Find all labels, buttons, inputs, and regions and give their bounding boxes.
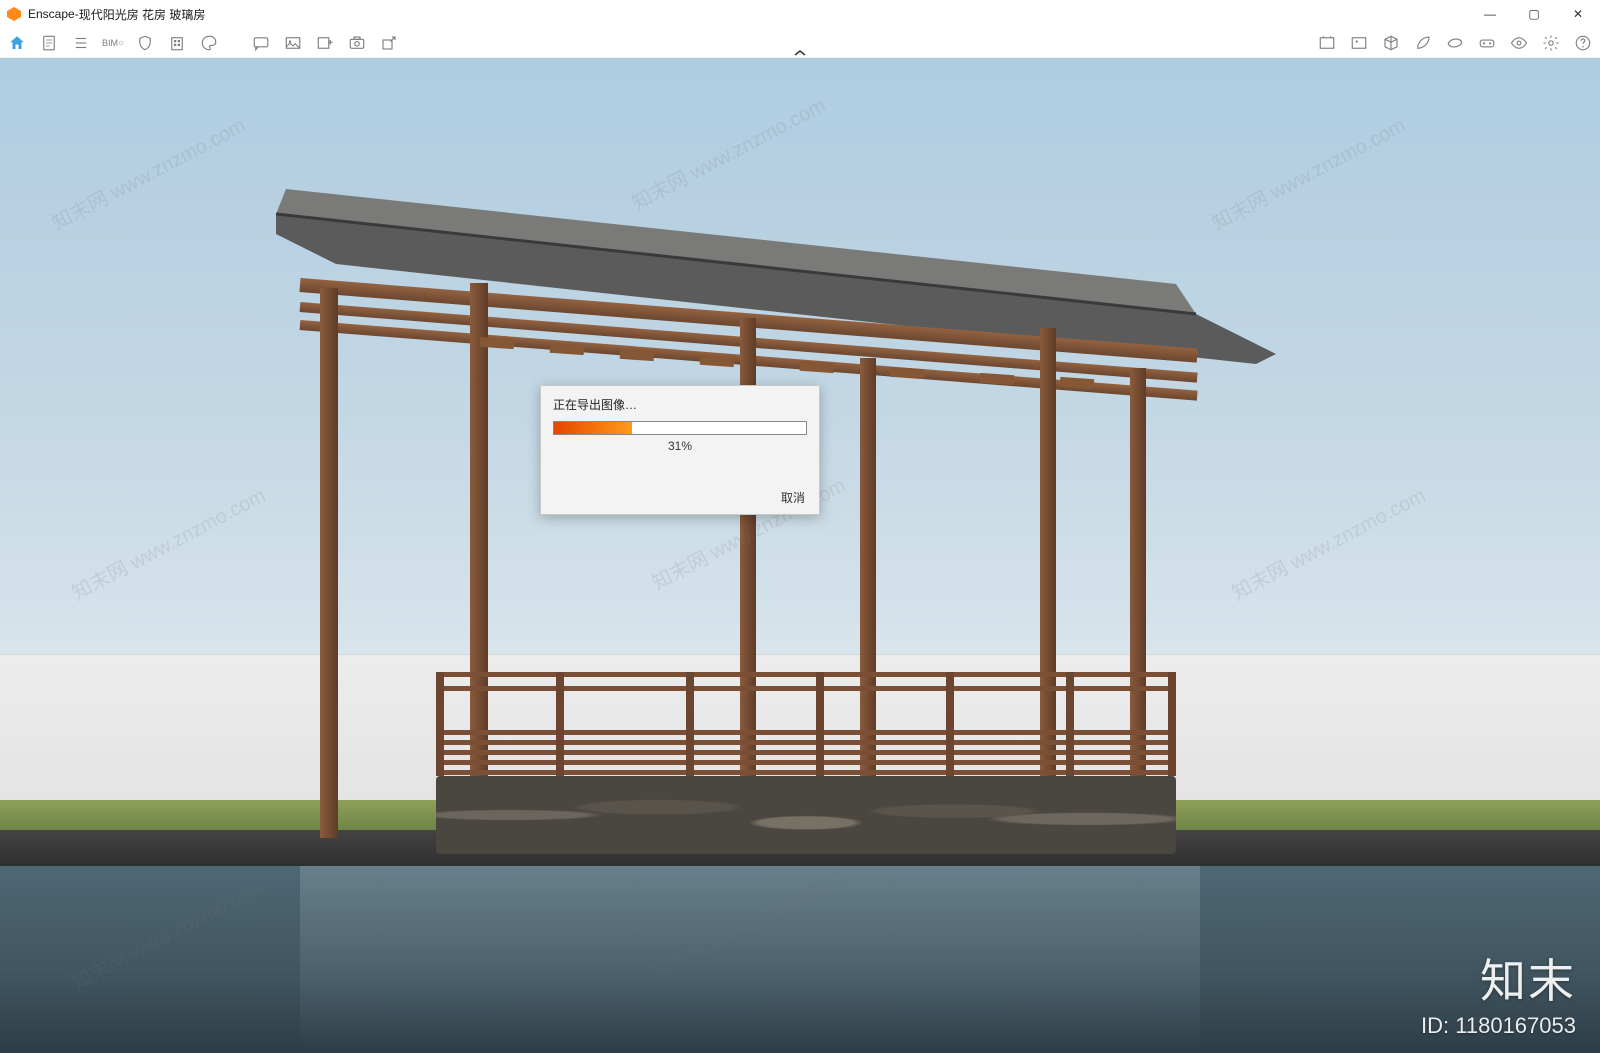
app-icon	[6, 6, 22, 22]
image-add-icon[interactable]	[314, 32, 336, 54]
export-progress-dialog: 正在导出图像… 31% 取消	[540, 385, 820, 515]
screenshot-icon[interactable]	[1316, 32, 1338, 54]
pavilion-railing	[436, 672, 1176, 776]
water-reflection	[300, 866, 1200, 1051]
watermark-id-value: 1180167053	[1455, 1013, 1576, 1038]
document-title: 现代阳光房 花房 玻璃房	[79, 6, 206, 23]
titlebar: Enscape - 现代阳光房 花房 玻璃房 — ▢ ✕	[0, 0, 1600, 28]
cancel-button[interactable]: 取消	[781, 489, 805, 506]
leaf-icon[interactable]	[1412, 32, 1434, 54]
document-icon[interactable]	[38, 32, 60, 54]
wing-icon[interactable]	[1444, 32, 1466, 54]
shield-icon[interactable]	[134, 32, 156, 54]
render-viewport[interactable]: 知末网 www.znzmo.com 知末网 www.znzmo.com 知末网 …	[0, 58, 1600, 1053]
vr-icon[interactable]	[1476, 32, 1498, 54]
chevron-handle-icon[interactable]	[790, 48, 810, 58]
stone-base	[436, 776, 1176, 854]
progress-percent-label: 31%	[553, 439, 807, 453]
list-icon[interactable]	[70, 32, 92, 54]
settings-icon[interactable]	[1540, 32, 1562, 54]
app-name: Enscape	[28, 7, 75, 21]
close-button[interactable]: ✕	[1556, 0, 1600, 28]
building-icon[interactable]	[166, 32, 188, 54]
eye-icon[interactable]	[1508, 32, 1530, 54]
watermark-brand: 知末	[1480, 945, 1576, 1011]
progress-bar	[553, 421, 807, 435]
photo-icon[interactable]	[1348, 32, 1370, 54]
message-icon[interactable]	[250, 32, 272, 54]
minimize-button[interactable]: —	[1468, 0, 1512, 28]
cube-icon[interactable]	[1380, 32, 1402, 54]
palette-icon[interactable]	[198, 32, 220, 54]
watermark-id-prefix: ID:	[1421, 1013, 1455, 1038]
maximize-button[interactable]: ▢	[1512, 0, 1556, 28]
window-controls: — ▢ ✕	[1468, 0, 1600, 28]
image-icon[interactable]	[282, 32, 304, 54]
export-icon[interactable]	[378, 32, 400, 54]
pavilion-post	[320, 288, 338, 838]
watermark-id: ID: 1180167053	[1421, 1013, 1576, 1039]
dialog-title: 正在导出图像…	[553, 396, 807, 413]
progress-bar-fill	[554, 422, 632, 434]
camera-icon[interactable]	[346, 32, 368, 54]
pavilion-brackets	[460, 328, 1180, 388]
help-icon[interactable]	[1572, 32, 1594, 54]
bim-icon[interactable]: BIM	[102, 32, 124, 54]
home-icon[interactable]	[6, 32, 28, 54]
